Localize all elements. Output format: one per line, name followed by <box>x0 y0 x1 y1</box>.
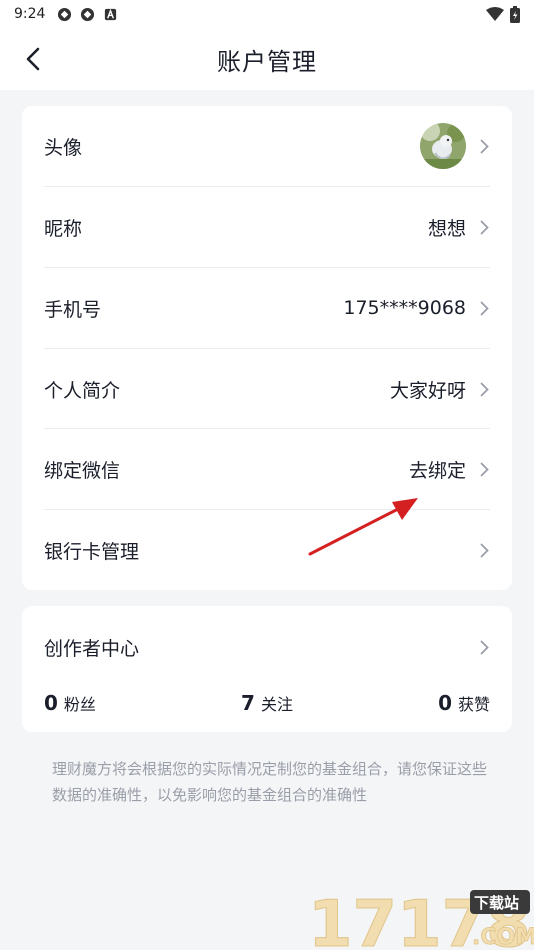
chevron-right-icon <box>478 461 490 477</box>
stat-label: 获赞 <box>457 695 490 714</box>
creator-stats: 0 粉丝 7 关注 0 获赞 <box>44 688 490 718</box>
avatar-image <box>420 123 466 169</box>
avatar-label: 头像 <box>44 136 83 159</box>
bind-wechat-value: 去绑定 <box>408 459 466 482</box>
profile-card: 头像 昵称 想想 手机号 175****9068 个人简介 大家好呀 绑定微信 … <box>22 106 512 590</box>
back-button[interactable] <box>18 44 48 74</box>
nickname-row[interactable]: 昵称 想想 <box>44 187 490 267</box>
title-bar: 账户管理 <box>0 28 534 90</box>
bind-wechat-label: 绑定微信 <box>44 459 121 482</box>
phone-label: 手机号 <box>44 298 102 321</box>
avatar <box>420 123 466 169</box>
stat-number: 0 <box>438 691 452 715</box>
status-time: 9:24 <box>14 6 46 22</box>
creator-center-label: 创作者中心 <box>44 637 140 660</box>
nickname-value: 想想 <box>427 217 466 240</box>
chevron-right-icon <box>478 300 490 316</box>
bank-card-label: 银行卡管理 <box>44 540 140 563</box>
bio-row[interactable]: 个人简介 大家好呀 <box>44 349 490 429</box>
bio-label: 个人简介 <box>44 379 121 402</box>
status-bar: 9:24 <box>0 0 534 28</box>
data-accuracy-note: 理财魔方将会根据您的实际情况定制您的基金组合，请您保证这些数据的准确性，以免影响… <box>52 760 488 804</box>
phone-row[interactable]: 手机号 175****9068 <box>44 268 490 348</box>
watermark-suffix: .COM <box>472 925 534 950</box>
chevron-right-icon <box>478 381 490 397</box>
back-arrow-icon <box>26 47 40 71</box>
notification-app-icon <box>58 7 72 21</box>
creator-center-row[interactable]: 创作者中心 <box>44 608 490 686</box>
stat-followers[interactable]: 0 粉丝 <box>44 691 96 715</box>
notification-a-icon <box>105 8 117 20</box>
bio-value: 大家好呀 <box>389 379 466 402</box>
stat-number: 7 <box>241 691 255 715</box>
nickname-label: 昵称 <box>44 217 83 240</box>
stat-following[interactable]: 7 关注 <box>241 691 293 715</box>
notification-app-icon <box>81 7 95 21</box>
wifi-icon <box>486 6 504 21</box>
creator-card: 创作者中心 0 粉丝 7 关注 0 获赞 <box>22 606 512 732</box>
avatar-row[interactable]: 头像 <box>44 106 490 186</box>
stat-number: 0 <box>44 691 58 715</box>
stat-likes[interactable]: 0 获赞 <box>438 691 490 715</box>
page-title: 账户管理 <box>217 47 317 76</box>
watermark-logo: 17178 下载站 .COM <box>308 884 534 950</box>
battery-icon <box>510 5 520 23</box>
phone-value: 175****9068 <box>343 297 466 319</box>
chevron-right-icon <box>478 542 490 558</box>
watermark-badge: 下载站 <box>474 894 519 912</box>
stat-label: 粉丝 <box>63 695 96 714</box>
chevron-right-icon <box>478 219 490 235</box>
chevron-right-icon <box>478 639 490 655</box>
stat-label: 关注 <box>260 695 293 714</box>
annotation-arrow-icon <box>308 498 418 556</box>
chevron-right-icon <box>478 138 490 154</box>
